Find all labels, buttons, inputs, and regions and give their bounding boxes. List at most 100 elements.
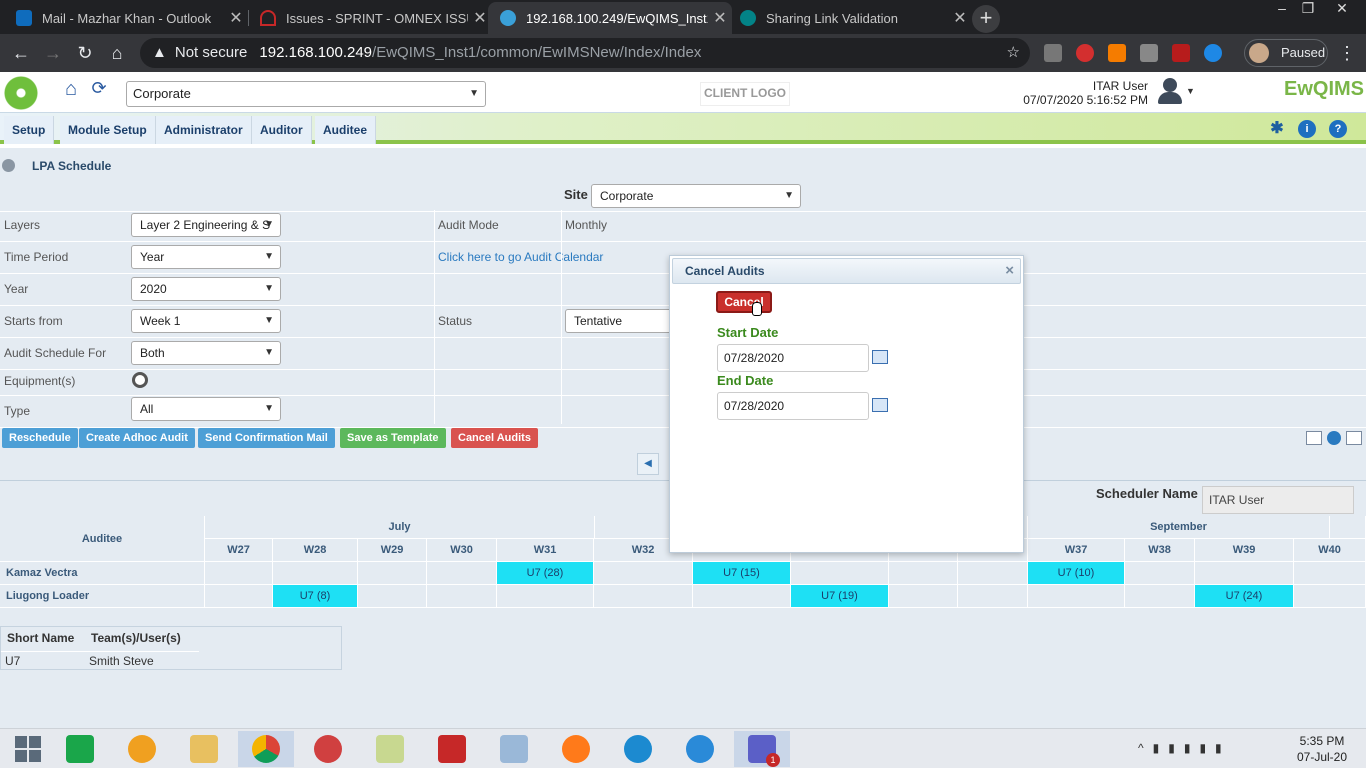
auditee-header: Auditee (0, 516, 205, 562)
close-icon[interactable]: × (1005, 259, 1014, 283)
scheduled-audit-cell[interactable]: U7 (8) (273, 585, 358, 608)
site-dropdown[interactable]: Corporate ▼ (126, 81, 486, 107)
forward-icon[interactable]: → (40, 40, 66, 66)
taskbar-app[interactable] (486, 731, 542, 767)
taskbar-app[interactable] (548, 731, 604, 767)
year-label: Year (4, 282, 29, 296)
back-icon[interactable]: ← (8, 40, 34, 66)
table-view-icon[interactable] (1306, 431, 1322, 445)
taskbar-app[interactable] (52, 731, 108, 767)
previous-icon[interactable]: ◀ (637, 453, 659, 475)
menu-auditee[interactable]: Auditee (315, 116, 377, 144)
starts-from-select-value: Week 1 (140, 314, 181, 328)
status-select[interactable]: Tentative (565, 309, 675, 333)
month-header-september: September (1028, 516, 1330, 539)
year-select[interactable]: 2020 ▼ (131, 277, 281, 301)
new-tab-button[interactable]: + (972, 5, 1000, 33)
taskbar-app[interactable] (176, 731, 232, 767)
app-logo-icon[interactable] (4, 76, 38, 110)
reschedule-button[interactable]: Reschedule (2, 428, 78, 448)
clock-date: 07-Jul-20 (1296, 750, 1348, 764)
restore-icon[interactable]: ❐ (1292, 0, 1324, 18)
extension-icon[interactable] (1204, 44, 1222, 62)
taskbar-app[interactable] (672, 731, 728, 767)
start-button[interactable] (0, 731, 56, 767)
save-as-template-button[interactable]: Save as Template (340, 428, 446, 448)
breadcrumb: LPA Schedule (0, 152, 1366, 180)
taskbar-app[interactable] (114, 731, 170, 767)
menu-module-setup[interactable]: Module Setup (60, 116, 156, 144)
schedule-cell (1125, 562, 1195, 585)
start-date-input[interactable]: 07/28/2020 (717, 344, 869, 372)
type-select[interactable]: All ▼ (131, 397, 281, 421)
schedule-for-select[interactable]: Both ▼ (131, 341, 281, 365)
adblock-icon[interactable] (1076, 44, 1094, 62)
clock-time: 5:35 PM (1299, 734, 1345, 748)
scheduled-audit-cell[interactable]: U7 (10) (1028, 562, 1125, 585)
column-divider (434, 210, 435, 424)
taskbar-app-teams[interactable]: 1 (734, 731, 790, 767)
help-icon[interactable] (1327, 431, 1341, 445)
system-tray[interactable]: ^▮▮▮▮▮ (1138, 741, 1268, 757)
schedule-cell (594, 585, 693, 608)
info-icon[interactable]: i (1298, 120, 1316, 138)
extension-icon[interactable] (1140, 44, 1158, 62)
send-confirmation-mail-button[interactable]: Send Confirmation Mail (198, 428, 335, 448)
menu-auditor[interactable]: Auditor (252, 116, 312, 144)
scheduled-audit-cell[interactable]: U7 (15) (693, 562, 791, 585)
pdf-icon[interactable] (1172, 44, 1190, 62)
browser-tab-strip: Mail - Mazhar Khan - Outlook ✕ Issues - … (0, 0, 1366, 34)
sharepoint-icon (740, 10, 756, 26)
scheduled-audit-cell[interactable]: U7 (24) (1195, 585, 1294, 608)
extension-icon[interactable] (1108, 44, 1126, 62)
home-icon[interactable]: ⌂ (104, 40, 130, 66)
time-period-select[interactable]: Year ▼ (131, 245, 281, 269)
starts-from-select[interactable]: Week 1 ▼ (131, 309, 281, 333)
dialog-title: Cancel Audits (685, 264, 765, 278)
url-bar[interactable]: ▲ Not secure 192.168.100.249/EwQIMS_Inst1/… (140, 38, 1030, 68)
scheduled-audit-cell[interactable]: U7 (19) (791, 585, 889, 608)
end-date-label: End Date (717, 373, 774, 388)
create-adhoc-audit-button[interactable]: Create Adhoc Audit (79, 428, 195, 448)
tab-outlook[interactable]: Mail - Mazhar Khan - Outlook ✕ (4, 2, 248, 34)
taskbar-app[interactable] (362, 731, 418, 767)
brand-logo: EwQIMS (1284, 78, 1365, 100)
calendar-icon[interactable] (872, 398, 888, 412)
taskbar-app[interactable] (300, 731, 356, 767)
pin-icon[interactable]: ✱ (1268, 120, 1286, 138)
tab-ewqims[interactable]: 192.168.100.249/EwQIMS_Inst1/c ✕ (488, 2, 732, 34)
help-icon[interactable]: ? (1329, 120, 1347, 138)
week-header: W31 (497, 539, 594, 562)
taskbar-app[interactable] (610, 731, 666, 767)
close-icon[interactable]: ✕ (224, 8, 248, 28)
cancel-audits-button[interactable]: Cancel Audits (451, 428, 538, 448)
menu-setup[interactable]: Setup (4, 116, 55, 144)
calendar-icon[interactable] (872, 350, 888, 364)
close-icon[interactable]: ✕ (948, 8, 972, 28)
taskbar-app-chrome[interactable] (238, 731, 294, 767)
layers-select[interactable]: Layer 2 Engineering & S ▼ (131, 213, 281, 237)
refresh-icon[interactable]: ⟳ (86, 78, 112, 104)
audit-calendar-link[interactable]: Click here to go Audit Calendar (438, 250, 603, 264)
end-date-input[interactable]: 07/28/2020 (717, 392, 869, 420)
bookmark-star-icon[interactable]: ☆ (1007, 38, 1020, 68)
menu-administrator[interactable]: Administrator (156, 116, 252, 144)
grid-view-icon[interactable] (1346, 431, 1362, 445)
profile-button[interactable]: Paused (1244, 39, 1328, 67)
taskbar-clock[interactable]: 5:35 PM 07-Jul-20 (1284, 733, 1360, 765)
week-header: W29 (358, 539, 427, 562)
home-icon[interactable]: ⌂ (58, 78, 84, 104)
tab-jira[interactable]: Issues - SPRINT - OMNEX ISSUE ✕ (248, 2, 492, 34)
scheduled-audit-cell[interactable]: U7 (28) (497, 562, 594, 585)
equipment-picker-icon[interactable] (132, 372, 148, 388)
close-window-icon[interactable]: ✕ (1326, 0, 1358, 18)
menu-kebab-icon[interactable]: ⋮ (1334, 40, 1360, 66)
user-avatar-icon[interactable]: ▼ (1156, 76, 1195, 106)
hand-cursor-icon (752, 302, 764, 318)
site-select[interactable]: Corporate ▼ (591, 184, 801, 208)
tab-sharepoint[interactable]: Sharing Link Validation ✕ (728, 2, 972, 34)
scheduler-name-field[interactable]: ITAR User (1202, 486, 1354, 514)
taskbar-app[interactable] (424, 731, 480, 767)
extension-icon[interactable] (1044, 44, 1062, 62)
reload-icon[interactable]: ↻ (72, 40, 98, 66)
